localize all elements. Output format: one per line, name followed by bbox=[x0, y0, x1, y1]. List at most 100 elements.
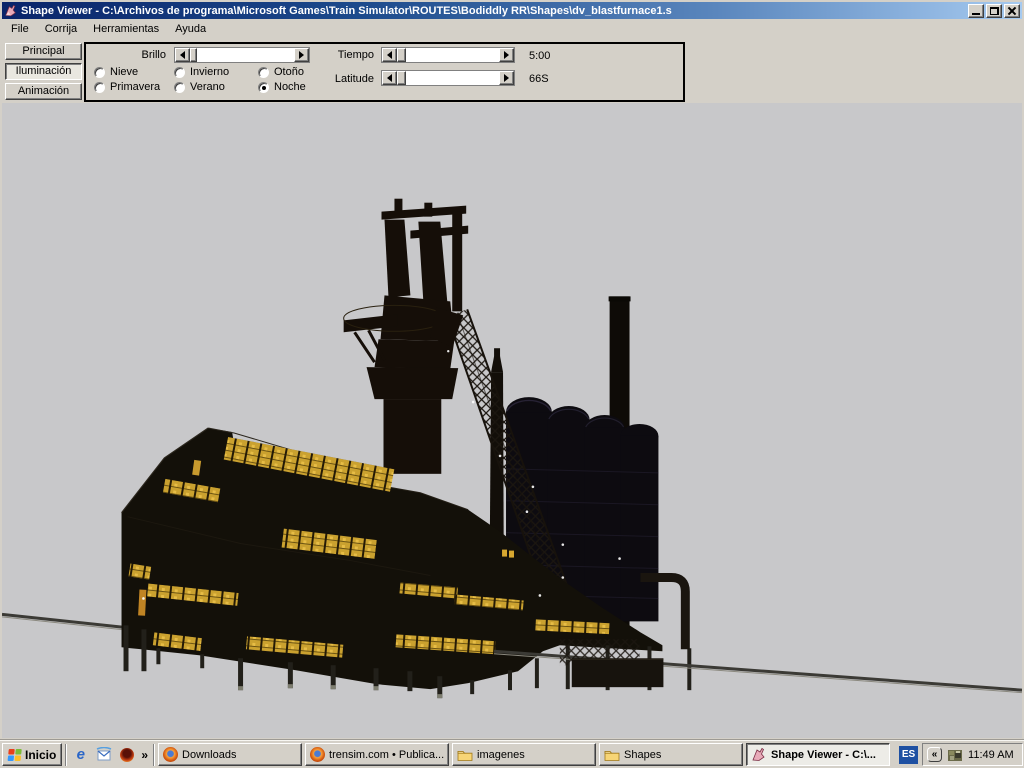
foundation-box bbox=[572, 658, 664, 687]
shape-viewer-icon bbox=[751, 747, 767, 763]
radio-label: Noche bbox=[274, 81, 306, 93]
radio-noche[interactable]: Noche bbox=[258, 81, 306, 93]
task-trensim[interactable]: trensim.com • Publica... bbox=[305, 743, 449, 766]
right-arrow-icon bbox=[504, 74, 509, 82]
internet-explorer-icon[interactable]: e bbox=[72, 746, 89, 763]
menu-bar: File Corrija Herramientas Ayuda bbox=[2, 19, 1022, 39]
screen: { "window": { "title": "Shape Viewer - C… bbox=[0, 0, 1024, 768]
menu-help[interactable]: Ayuda bbox=[167, 21, 214, 37]
radio-otono[interactable]: Otoño bbox=[258, 66, 304, 78]
latitude-scroll-thumb[interactable] bbox=[397, 71, 406, 85]
right-arrow-icon bbox=[504, 51, 509, 59]
time-scroll-track[interactable] bbox=[397, 48, 499, 62]
task-imagenes[interactable]: imagenes bbox=[452, 743, 596, 766]
radio-label: Nieve bbox=[110, 66, 138, 78]
folder-icon bbox=[604, 747, 620, 763]
task-downloads[interactable]: Downloads bbox=[158, 743, 302, 766]
radio-invierno[interactable]: Invierno bbox=[174, 66, 229, 78]
radio-circle[interactable] bbox=[258, 67, 269, 78]
minimize-button[interactable] bbox=[968, 4, 984, 18]
latitude-label: Latitude bbox=[308, 73, 374, 85]
close-icon bbox=[1008, 7, 1016, 15]
brightness-scrollbar[interactable] bbox=[174, 47, 310, 63]
firefox-icon bbox=[310, 747, 325, 762]
tab-iluminacion[interactable]: Iluminación bbox=[5, 63, 82, 80]
radio-label: Verano bbox=[190, 81, 225, 93]
radio-circle[interactable] bbox=[174, 67, 185, 78]
close-button[interactable] bbox=[1004, 4, 1020, 18]
viewport-3d[interactable] bbox=[2, 103, 1022, 738]
latitude-scroll-right-button[interactable] bbox=[499, 71, 514, 85]
radio-label: Invierno bbox=[190, 66, 229, 78]
time-value: 5:00 bbox=[529, 50, 550, 62]
start-button[interactable]: Inicio bbox=[2, 743, 62, 766]
brightness-scroll-thumb[interactable] bbox=[190, 48, 197, 62]
task-shape-viewer[interactable]: Shape Viewer - C:\... bbox=[746, 743, 890, 766]
task-label: Downloads bbox=[182, 749, 236, 761]
menu-edit[interactable]: Corrija bbox=[37, 21, 85, 37]
brightness-scroll-left-button[interactable] bbox=[175, 48, 190, 62]
restore-icon bbox=[990, 7, 999, 15]
quick-launch: e » bbox=[70, 746, 150, 763]
radio-label: Otoño bbox=[274, 66, 304, 78]
radio-circle[interactable] bbox=[94, 82, 105, 93]
task-label: trensim.com • Publica... bbox=[329, 749, 444, 761]
viewport-panel bbox=[2, 103, 1022, 738]
radio-circle[interactable] bbox=[94, 67, 105, 78]
time-scroll-right-button[interactable] bbox=[499, 48, 514, 62]
task-shapes[interactable]: Shapes bbox=[599, 743, 743, 766]
tab-column: Principal Iluminación Animación bbox=[5, 43, 82, 103]
brightness-scroll-right-button[interactable] bbox=[294, 48, 309, 62]
firefox-icon bbox=[163, 747, 178, 762]
left-arrow-icon bbox=[180, 51, 185, 59]
time-scroll-thumb[interactable] bbox=[397, 48, 406, 62]
time-label: Tiempo bbox=[314, 49, 374, 61]
red-orb-icon[interactable] bbox=[118, 746, 135, 763]
task-label: imagenes bbox=[477, 749, 525, 761]
illumination-groupbox: Brillo Nieve Invierno Otoño Primavera Ve… bbox=[84, 42, 685, 102]
outlook-express-icon[interactable] bbox=[95, 746, 112, 763]
radio-label: Primavera bbox=[110, 81, 160, 93]
latitude-scroll-left-button[interactable] bbox=[382, 71, 397, 85]
quick-launch-more-chevron[interactable]: » bbox=[141, 748, 148, 762]
time-scrollbar[interactable] bbox=[381, 47, 515, 63]
language-indicator[interactable]: ES bbox=[899, 746, 918, 764]
tab-animacion[interactable]: Animación bbox=[5, 83, 82, 100]
radio-circle[interactable] bbox=[174, 82, 185, 93]
radio-nieve[interactable]: Nieve bbox=[94, 66, 138, 78]
shape-viewer-app-icon bbox=[4, 4, 18, 18]
clock: 11:49 AM bbox=[968, 749, 1014, 761]
latitude-scroll-track[interactable] bbox=[397, 71, 499, 85]
folder-icon bbox=[457, 747, 473, 763]
tab-principal[interactable]: Principal bbox=[5, 43, 82, 60]
radio-verano[interactable]: Verano bbox=[174, 81, 225, 93]
latitude-value: 66S bbox=[529, 73, 549, 85]
brightness-scroll-track[interactable] bbox=[190, 48, 294, 62]
minimize-icon bbox=[972, 13, 980, 15]
control-panel: Principal Iluminación Animación Brillo N… bbox=[2, 39, 1022, 105]
left-arrow-icon bbox=[387, 51, 392, 59]
time-scroll-left-button[interactable] bbox=[382, 48, 397, 62]
windows-logo-icon bbox=[6, 747, 22, 763]
window-title: Shape Viewer - C:\Archivos de programa\M… bbox=[21, 5, 964, 17]
left-arrow-icon bbox=[387, 74, 392, 82]
task-label: Shapes bbox=[624, 749, 661, 761]
menu-file[interactable]: File bbox=[3, 21, 37, 37]
tray-collapse-chevron[interactable]: « bbox=[927, 747, 942, 762]
task-label: Shape Viewer - C:\... bbox=[771, 749, 876, 761]
tray-app-icon[interactable] bbox=[947, 747, 963, 763]
taskbar-separator bbox=[65, 744, 67, 766]
system-tray: « 11:49 AM bbox=[922, 743, 1023, 766]
title-bar: Shape Viewer - C:\Archivos de programa\M… bbox=[2, 2, 1022, 19]
radio-circle[interactable] bbox=[258, 82, 269, 93]
restore-button[interactable] bbox=[986, 4, 1002, 18]
taskbar-separator bbox=[153, 744, 155, 766]
app-window: Shape Viewer - C:\Archivos de programa\M… bbox=[0, 0, 1024, 740]
latitude-scrollbar[interactable] bbox=[381, 70, 515, 86]
right-arrow-icon bbox=[299, 51, 304, 59]
radio-primavera[interactable]: Primavera bbox=[94, 81, 160, 93]
brightness-label: Brillo bbox=[92, 49, 166, 61]
start-label: Inicio bbox=[25, 748, 56, 762]
menu-tools[interactable]: Herramientas bbox=[85, 21, 167, 37]
taskbar: Inicio e » Downloads trensim.com • Publi… bbox=[0, 740, 1024, 768]
